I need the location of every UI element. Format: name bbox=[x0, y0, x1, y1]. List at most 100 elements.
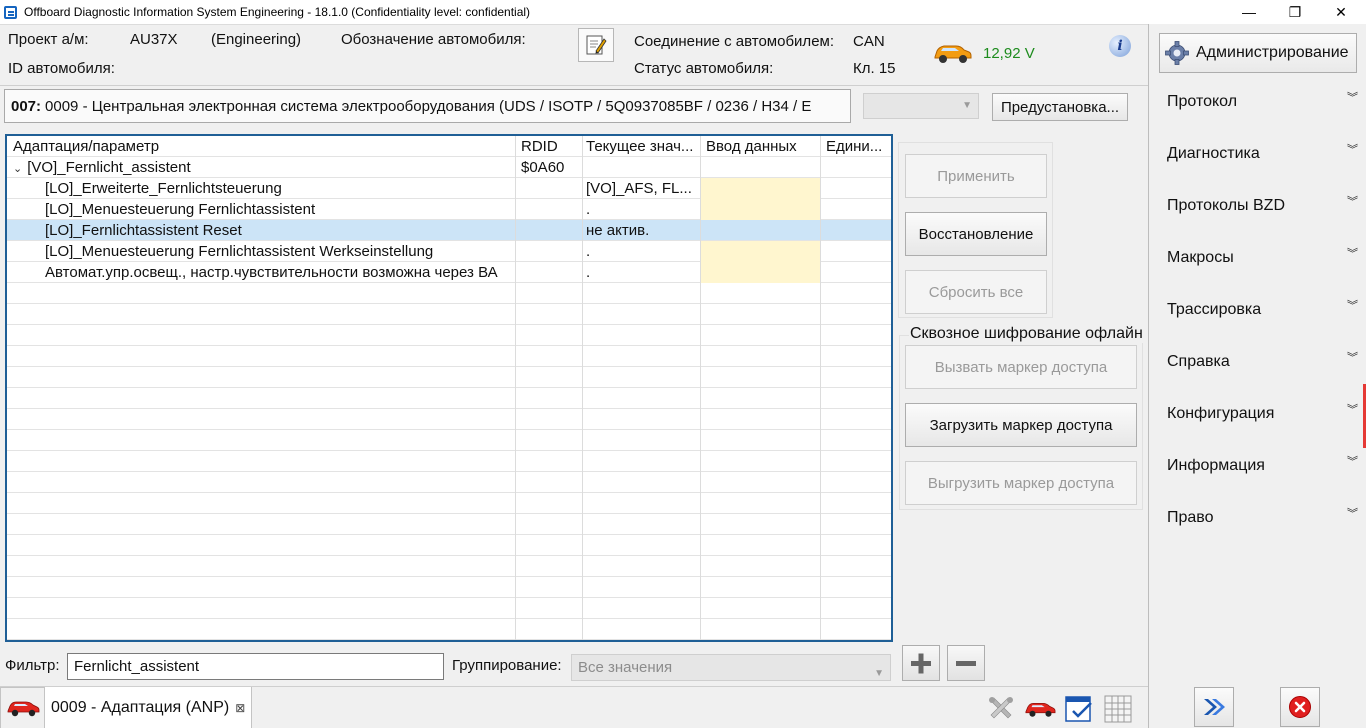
connection-value: CAN bbox=[853, 33, 885, 50]
row-current-value: . bbox=[586, 264, 591, 281]
project-value: AU37X bbox=[130, 31, 178, 48]
sidebar-item-label: Протоколы BZD bbox=[1167, 197, 1285, 214]
maximize-button[interactable]: ❐ bbox=[1272, 0, 1318, 24]
column-header-data-input[interactable]: Ввод данных bbox=[700, 136, 820, 157]
empty-row bbox=[7, 367, 891, 388]
chevron-down-icon: ︾ bbox=[1347, 144, 1358, 156]
row-parameter: Автомат.упр.освещ., настр.чувствительнос… bbox=[45, 264, 498, 281]
column-header-current-value[interactable]: Текущее знач... bbox=[580, 136, 700, 157]
unload-token-button[interactable]: Выгрузить маркер доступа bbox=[905, 461, 1137, 505]
checklist-button[interactable] bbox=[1063, 693, 1095, 725]
close-window-button[interactable]: ✕ bbox=[1318, 0, 1364, 24]
sidebar-item-help[interactable]: Справка ︾ bbox=[1149, 347, 1361, 377]
empty-row bbox=[7, 619, 891, 640]
minimize-button[interactable]: — bbox=[1226, 0, 1272, 24]
apply-button[interactable]: Применить bbox=[905, 154, 1047, 198]
call-token-button[interactable]: Вызвать маркер доступа bbox=[905, 345, 1137, 389]
empty-row bbox=[7, 451, 891, 472]
data-input-cell[interactable] bbox=[700, 262, 820, 283]
vehicle-status-label: Статус автомобиля: bbox=[634, 60, 774, 77]
app-logo-icon bbox=[4, 5, 17, 19]
column-divider bbox=[700, 136, 701, 640]
data-input-cell[interactable] bbox=[700, 199, 820, 220]
battery-voltage: 12,92 V bbox=[983, 45, 1035, 62]
sidebar-item-configuration[interactable]: Конфигурация ︾ bbox=[1149, 399, 1361, 429]
chevron-down-icon: ▼ bbox=[962, 100, 972, 111]
sidebar-item-protocol[interactable]: Протокол ︾ bbox=[1149, 87, 1361, 117]
vehicle-status-value: Кл. 15 bbox=[853, 60, 896, 77]
designation-label: Обозначение автомобиля: bbox=[341, 31, 526, 48]
preset-button[interactable]: Предустановка... bbox=[992, 93, 1128, 121]
row-current-value: . bbox=[586, 201, 591, 218]
column-header-rdid[interactable]: RDID bbox=[515, 136, 582, 157]
grouping-value: Все значения bbox=[578, 659, 673, 676]
tab-adaptation[interactable]: 0009 - Адаптация (ANP) ⊠ bbox=[44, 687, 252, 728]
sidebar-item-label: Информация bbox=[1167, 457, 1265, 474]
chevron-down-icon: ︾ bbox=[1347, 300, 1358, 312]
table-row[interactable]: Автомат.упр.освещ., настр.чувствительнос… bbox=[7, 262, 891, 283]
info-icon[interactable]: i bbox=[1109, 35, 1131, 57]
empty-row bbox=[7, 493, 891, 514]
restore-button[interactable]: Восстановление bbox=[905, 212, 1047, 256]
empty-row bbox=[7, 388, 891, 409]
empty-row bbox=[7, 577, 891, 598]
sidebar-item-tracing[interactable]: Трассировка ︾ bbox=[1149, 295, 1361, 325]
double-arrow-right-icon bbox=[1204, 699, 1225, 715]
adaptation-table[interactable]: Адаптация/параметр RDID Текущее знач... … bbox=[5, 134, 893, 642]
sidebar-item-label: Протокол bbox=[1167, 93, 1238, 110]
expand-arrow-icon[interactable]: ⌄ bbox=[13, 163, 22, 175]
tools-cross-icon bbox=[989, 697, 1013, 719]
load-token-button[interactable]: Загрузить маркер доступа bbox=[905, 403, 1137, 447]
chevron-down-icon: ︾ bbox=[1347, 248, 1358, 260]
collapse-all-button[interactable] bbox=[947, 645, 985, 681]
table-row[interactable]: [LO]_Menuesteuerung Fernlichtassistent . bbox=[7, 199, 891, 220]
filter-label: Фильтр: bbox=[5, 657, 60, 674]
row-parameter: [LO]_Erweiterte_Fernlichtsteuerung bbox=[45, 180, 282, 197]
empty-row bbox=[7, 283, 891, 304]
e2e-group-title: Сквозное шифрование офлайн bbox=[909, 325, 1144, 343]
empty-row bbox=[7, 535, 891, 556]
table-row[interactable]: [LO]_Erweiterte_Fernlichtsteuerung [VO]_… bbox=[7, 178, 891, 199]
table-row-selected[interactable]: [LO]_Fernlichtassistent Reset не актив. bbox=[7, 220, 891, 241]
exit-button[interactable] bbox=[1280, 687, 1320, 727]
row-current-value: [VO]_AFS, FL... bbox=[586, 180, 692, 197]
table-row[interactable]: ⌄ [VO]_Fernlicht_assistent $0A60 bbox=[7, 157, 891, 178]
data-input-cell[interactable] bbox=[700, 241, 820, 262]
expand-all-button[interactable] bbox=[902, 645, 940, 681]
reset-all-button[interactable]: Сбросить все bbox=[905, 270, 1047, 314]
tab-close-icon[interactable]: ⊠ bbox=[235, 701, 245, 715]
sidebar-item-rights[interactable]: Право ︾ bbox=[1149, 503, 1361, 533]
checkbox-window-icon bbox=[1065, 696, 1092, 722]
column-header-unit[interactable]: Едини... bbox=[820, 136, 891, 157]
sidebar-item-macros[interactable]: Макросы ︾ bbox=[1149, 243, 1361, 273]
administration-button[interactable]: Администрирование bbox=[1159, 33, 1357, 73]
sidebar-item-label: Трассировка bbox=[1167, 301, 1262, 318]
sidebar-item-bzd-protocols[interactable]: Протоколы BZD ︾ bbox=[1149, 191, 1361, 221]
row-parameter: ⌄ [VO]_Fernlicht_assistent bbox=[7, 157, 515, 178]
edit-note-button[interactable] bbox=[578, 28, 614, 62]
forward-button[interactable] bbox=[1194, 687, 1234, 727]
grouping-select[interactable]: Все значения ▼ bbox=[571, 654, 891, 681]
empty-row bbox=[7, 346, 891, 367]
red-car-icon bbox=[7, 701, 39, 717]
empty-row bbox=[7, 304, 891, 325]
row-parameter-text: [VO]_Fernlicht_assistent bbox=[27, 159, 191, 176]
plus-icon bbox=[911, 653, 931, 674]
sidebar-item-information[interactable]: Информация ︾ bbox=[1149, 451, 1361, 481]
column-header-parameter[interactable]: Адаптация/параметр bbox=[7, 136, 515, 157]
sidebar-item-diagnostics[interactable]: Диагностика ︾ bbox=[1149, 139, 1361, 169]
column-divider bbox=[515, 136, 516, 640]
preset-select[interactable]: ▼ bbox=[863, 93, 979, 119]
vehicle-tab[interactable] bbox=[0, 687, 45, 728]
data-input-cell[interactable] bbox=[700, 178, 820, 199]
vehicle-button[interactable] bbox=[1024, 693, 1056, 725]
sidebar-item-label: Справка bbox=[1167, 353, 1230, 370]
disconnect-button[interactable] bbox=[985, 693, 1017, 725]
filter-input[interactable]: Fernlicht_assistent bbox=[67, 653, 444, 680]
grid-view-button[interactable] bbox=[1102, 693, 1134, 725]
chevron-down-icon: ︾ bbox=[1347, 456, 1358, 468]
red-car-icon bbox=[1025, 702, 1056, 717]
title-bar: Offboard Diagnostic Information System E… bbox=[0, 0, 1366, 24]
empty-row bbox=[7, 409, 891, 430]
table-row[interactable]: [LO]_Menuesteuerung Fernlichtassistent W… bbox=[7, 241, 891, 262]
